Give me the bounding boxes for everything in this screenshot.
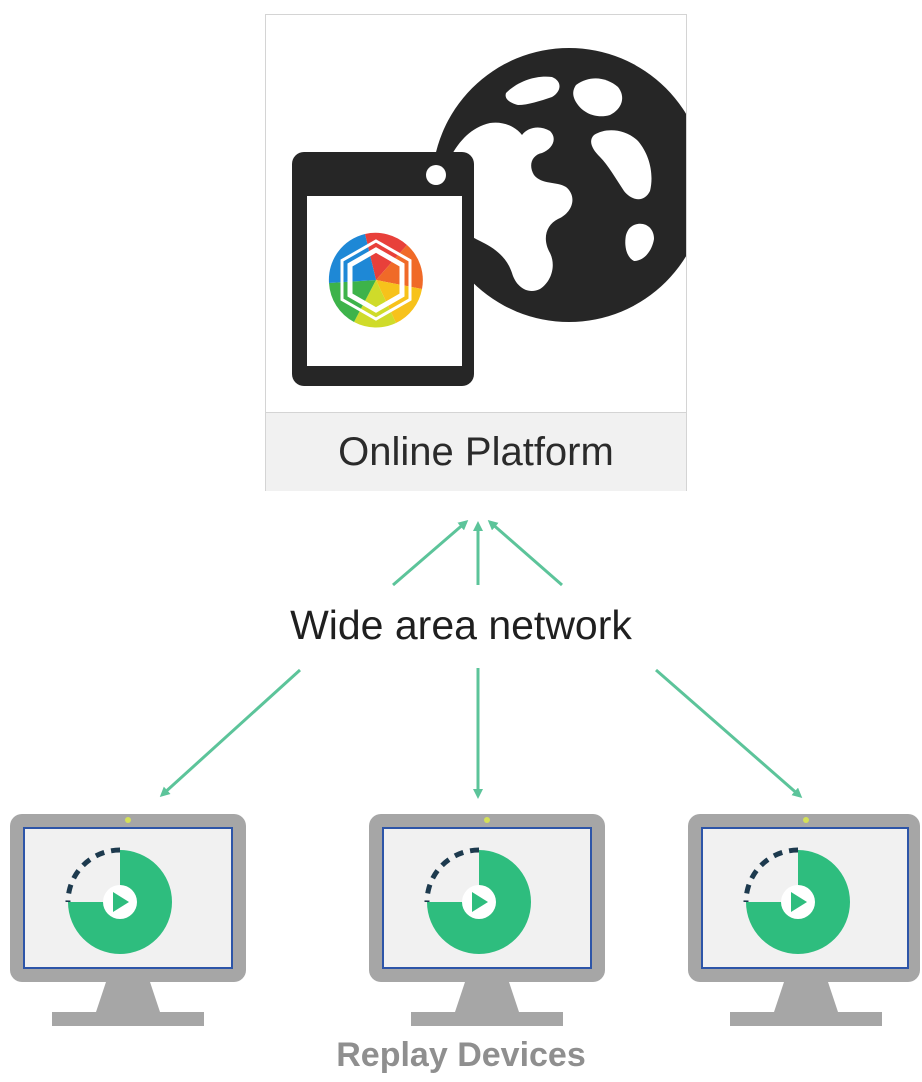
- replay-play-icon: [743, 847, 850, 954]
- replay-play-icon: [424, 847, 531, 954]
- devices-caption: Replay Devices: [336, 1036, 586, 1074]
- arrow-up-left: [392, 520, 469, 587]
- arrow-down-right: [655, 668, 803, 798]
- replay-device-3: [688, 814, 920, 1026]
- replay-play-icon: [65, 847, 172, 954]
- network-label: Wide area network: [290, 602, 632, 648]
- arrow-up-right: [487, 520, 563, 587]
- arrow-down-left: [159, 668, 302, 798]
- replay-device-2: [369, 814, 605, 1026]
- replay-device-1: [10, 814, 246, 1026]
